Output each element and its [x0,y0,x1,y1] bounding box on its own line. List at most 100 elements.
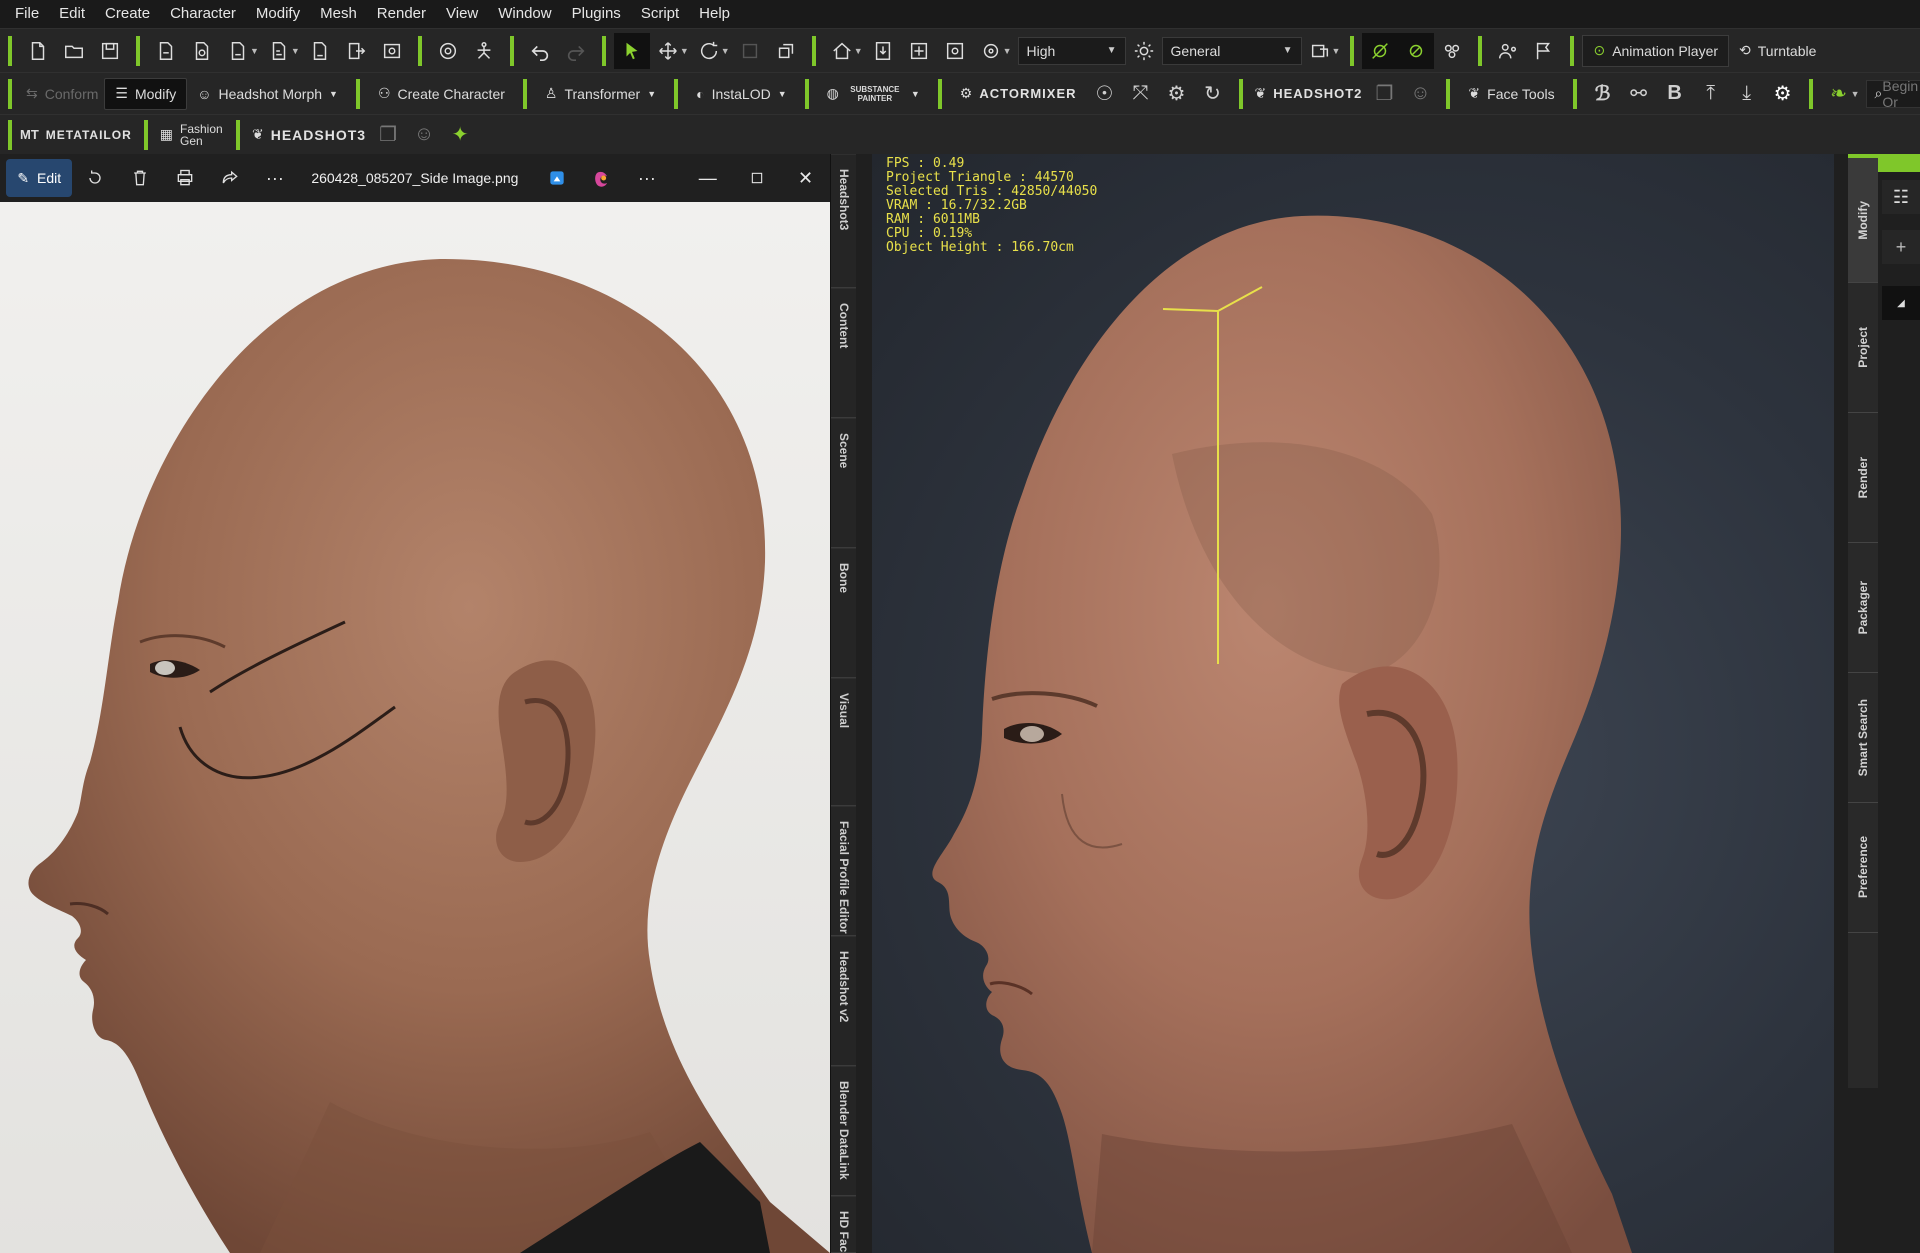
instalod-button[interactable]: ◐ InstaLOD ▼ [686,78,797,110]
menu-modify[interactable]: Modify [247,0,311,28]
more-menu-icon[interactable]: ··· [624,159,669,197]
create-character-button[interactable]: ⚇ Create Character [368,78,515,110]
headshot-face-icon[interactable]: ☺ [1402,76,1438,112]
conform-button[interactable]: ⇆ Conform [20,78,104,110]
upload-icon[interactable]: ⤒ [1693,76,1729,112]
rotate-image-icon[interactable] [72,159,117,197]
camera-icon[interactable] [430,33,466,69]
tab-headshot3[interactable]: Headshot3 [831,154,857,288]
dropdown-caret-icon[interactable]: ▼ [1003,46,1012,56]
new-file-icon[interactable] [20,33,56,69]
save-icon[interactable] [92,33,128,69]
headshot3-face-icon[interactable]: ☺ [406,117,442,153]
tab-content[interactable]: Content [831,288,857,418]
fashion-gen-button[interactable]: ▦ Fashion Gen [156,119,228,151]
dropdown-caret-icon[interactable]: ▼ [854,46,863,56]
tab-smart-search[interactable]: Smart Search [1848,673,1878,803]
mixer-head-icon[interactable]: ☉ [1087,76,1123,112]
edit-button[interactable]: ✎ Edit [6,159,73,197]
mixer-blend-icon[interactable]: ⤧ [1123,76,1159,112]
scale-icon[interactable] [732,33,768,69]
close-icon[interactable]: ✕ [781,159,830,197]
mode-select[interactable]: General ▼ [1161,36,1302,65]
headshot3-copy-icon[interactable]: ❐ [370,117,406,153]
drop-to-floor-icon[interactable] [865,33,901,69]
modify-button[interactable]: ☰ Modify [104,77,188,110]
share-icon[interactable] [207,159,252,197]
menu-view[interactable]: View [437,0,489,28]
tab-visual[interactable]: Visual [831,678,857,806]
face-tools-button[interactable]: ❦ Face Tools [1458,78,1564,110]
tab-blender-datalink[interactable]: Blender DataLink [831,1066,857,1196]
align-icon[interactable] [901,33,937,69]
tab-headshot-v2[interactable]: Headshot v2 [831,936,857,1066]
tab-hd-face[interactable]: HD Face [831,1196,857,1253]
metatailor-button[interactable]: MT METATAILOR [16,119,136,151]
render-preview-icon[interactable] [374,33,410,69]
snap-icon[interactable] [768,33,804,69]
mixer-refresh-icon[interactable]: ↻ [1195,76,1231,112]
download-icon[interactable]: ⤓ [1729,76,1765,112]
tab-packager[interactable]: Packager [1848,543,1878,673]
more-options-icon[interactable]: ··· [252,159,297,197]
maximize-icon[interactable] [732,159,781,197]
minimize-icon[interactable]: — [683,159,732,197]
add-icon[interactable]: + [1882,230,1920,264]
menu-edit[interactable]: Edit [50,0,96,28]
morph-brush-icon[interactable] [1398,32,1435,69]
menu-help[interactable]: Help [690,0,741,28]
tab-preference[interactable]: Preference [1848,803,1878,933]
ai-sparkle-icon[interactable]: ✦ [442,117,478,153]
menu-script[interactable]: Script [632,0,690,28]
3d-viewport[interactable]: FPS : 0.49 Project Triangle : 44570 Select… [872,154,1834,1253]
dropdown-caret-icon[interactable]: ▼ [721,46,730,56]
menu-create[interactable]: Create [96,0,161,28]
animation-player-button[interactable]: ⊙ Animation Player [1582,34,1730,67]
headshot2-button[interactable]: ❦ HEADSHOT2 [1251,78,1367,110]
transformer-button[interactable]: ♙ Transformer ▼ [535,78,666,110]
undo-icon[interactable] [522,33,558,69]
turntable-button[interactable]: ⟲ Turntable [1729,35,1826,67]
select-icon[interactable] [613,32,650,69]
photo-editor-app-icon[interactable] [534,159,579,197]
tab-scene[interactable]: Scene [831,418,857,548]
quality-select[interactable]: High ▼ [1017,36,1126,65]
pose-icon[interactable] [466,33,502,69]
headshot-morph-button[interactable]: ☺ Headshot Morph ▼ [187,78,348,110]
frame-icon[interactable] [937,33,973,69]
flag-icon[interactable] [1526,33,1562,69]
dropdown-caret-icon[interactable]: ▼ [680,46,689,56]
avatar-settings-icon[interactable] [1490,33,1526,69]
menu-render[interactable]: Render [368,0,437,28]
bold-b-icon[interactable]: B [1657,76,1693,112]
menu-file[interactable]: File [6,0,50,28]
menu-plugins[interactable]: Plugins [563,0,632,28]
search-box[interactable]: ⌕ Begin Or [1865,78,1920,110]
mixer-settings-icon[interactable]: ⚙ [1159,76,1195,112]
copilot-icon[interactable] [579,159,624,197]
character-group-icon[interactable] [1434,33,1470,69]
gear-icon[interactable]: ⚙ [1765,76,1801,112]
morph-edit-icon[interactable] [1362,32,1399,69]
panel-splitter[interactable] [856,154,872,1253]
headshot-copy-icon[interactable]: ❐ [1366,76,1402,112]
usd-icon[interactable] [302,33,338,69]
collapse-arrow-icon[interactable]: ◢ [1882,286,1920,320]
substance-painter-button[interactable]: ◍ SUBSTANCE PAINTER ▼ [817,78,930,110]
menu-character[interactable]: Character [161,0,247,28]
tab-bone[interactable]: Bone [831,548,857,678]
tab-modify[interactable]: Modify [1848,158,1878,283]
delete-icon[interactable] [117,159,162,197]
export-icon[interactable] [338,33,374,69]
link-bridge-icon[interactable]: ⚯ [1621,76,1657,112]
import-obj-icon[interactable] [184,33,220,69]
sliders-panel-icon[interactable]: ☷ [1882,180,1920,214]
blender-bridge-icon[interactable]: ℬ [1585,76,1621,112]
headshot3-button[interactable]: ❦ HEADSHOT3 [248,119,370,151]
tab-project[interactable]: Project [1848,283,1878,413]
redo-icon[interactable] [558,33,594,69]
actormixer-button[interactable]: ⚙ ACTORMIXER [950,78,1087,110]
tab-render[interactable]: Render [1848,413,1878,543]
dropdown-caret-icon[interactable]: ▼ [291,46,300,56]
dropdown-caret-icon[interactable]: ▼ [250,46,259,56]
